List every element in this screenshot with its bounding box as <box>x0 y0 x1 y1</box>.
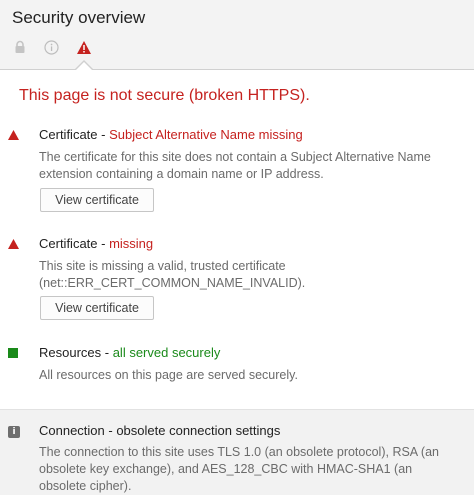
section-description: The connection to this site uses TLS 1.0… <box>39 445 439 493</box>
section-title: Certificate - missing <box>39 236 153 251</box>
section-description: This site is missing a valid, trusted ce… <box>39 259 306 290</box>
view-certificate-button[interactable]: View certificate <box>40 188 154 212</box>
info-icon <box>43 39 59 55</box>
secure-square-icon <box>8 348 18 358</box>
view-certificate-button[interactable]: View certificate <box>40 296 154 320</box>
section-status: missing <box>109 236 154 251</box>
connection-section: i Connection - obsolete connection setti… <box>0 409 474 495</box>
section-title: Connection - obsolete connection setting… <box>39 423 281 438</box>
section-status: Subject Alternative Name missing <box>109 127 303 142</box>
panel-title: Security overview <box>12 8 146 27</box>
security-overview-header: Security overview <box>0 0 474 71</box>
section-description: All resources on this page are served se… <box>39 368 298 382</box>
lock-icon <box>15 40 25 53</box>
section-title-prefix: Certificate - <box>39 127 110 142</box>
section-title: Certificate - Subject Alternative Name m… <box>39 127 303 142</box>
tab-secure[interactable] <box>11 38 29 56</box>
tab-info[interactable] <box>42 38 60 56</box>
info-square-icon: i <box>8 426 20 438</box>
section-status: all served securely <box>112 345 221 360</box>
warning-icon <box>8 130 19 140</box>
tab-insecure[interactable] <box>75 38 93 56</box>
security-summary: This page is not secure (broken HTTPS). <box>19 87 310 104</box>
warning-icon <box>8 239 19 249</box>
section-title-prefix: Certificate - <box>39 236 110 251</box>
warning-icon <box>77 40 91 54</box>
selected-tab-pointer <box>75 62 93 71</box>
section-description: The certificate for this site does not c… <box>39 150 431 181</box>
section-title-prefix: Resources - <box>39 345 113 360</box>
section-title: Resources - all served securely <box>39 345 220 360</box>
